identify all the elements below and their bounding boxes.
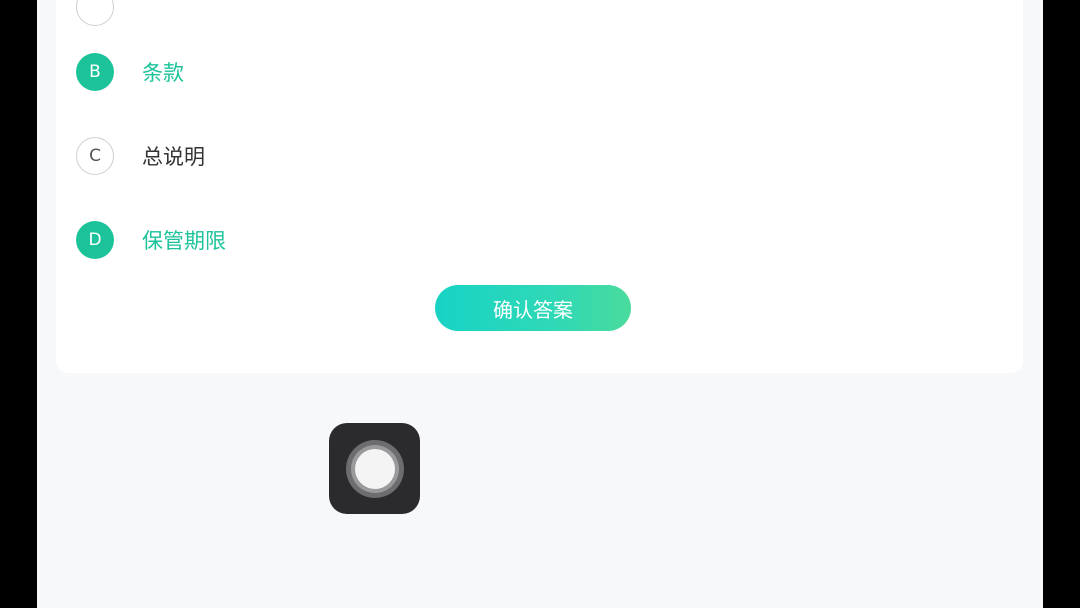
confirm-answer-button[interactable]: 确认答案	[435, 285, 631, 331]
option-c[interactable]: C 总说明	[76, 136, 205, 176]
option-c-badge: C	[76, 137, 114, 175]
assistive-touch-icon[interactable]	[329, 423, 420, 514]
option-b[interactable]: B 条款	[76, 52, 184, 92]
option-a[interactable]	[76, 0, 142, 27]
screen: B 条款 C 总说明 D 保管期限 确认答案	[37, 0, 1043, 608]
option-d-label: 保管期限	[142, 229, 226, 253]
assistive-touch-ring-inner	[350, 444, 399, 493]
option-b-badge: B	[76, 53, 114, 91]
option-d-badge: D	[76, 221, 114, 259]
assistive-touch-core	[354, 448, 395, 489]
option-d[interactable]: D 保管期限	[76, 220, 226, 260]
question-card: B 条款 C 总说明 D 保管期限 确认答案	[56, 0, 1023, 373]
assistive-touch-ring-outer	[345, 439, 404, 498]
option-a-badge	[76, 0, 114, 26]
option-b-label: 条款	[142, 61, 184, 85]
option-c-label: 总说明	[142, 145, 205, 169]
